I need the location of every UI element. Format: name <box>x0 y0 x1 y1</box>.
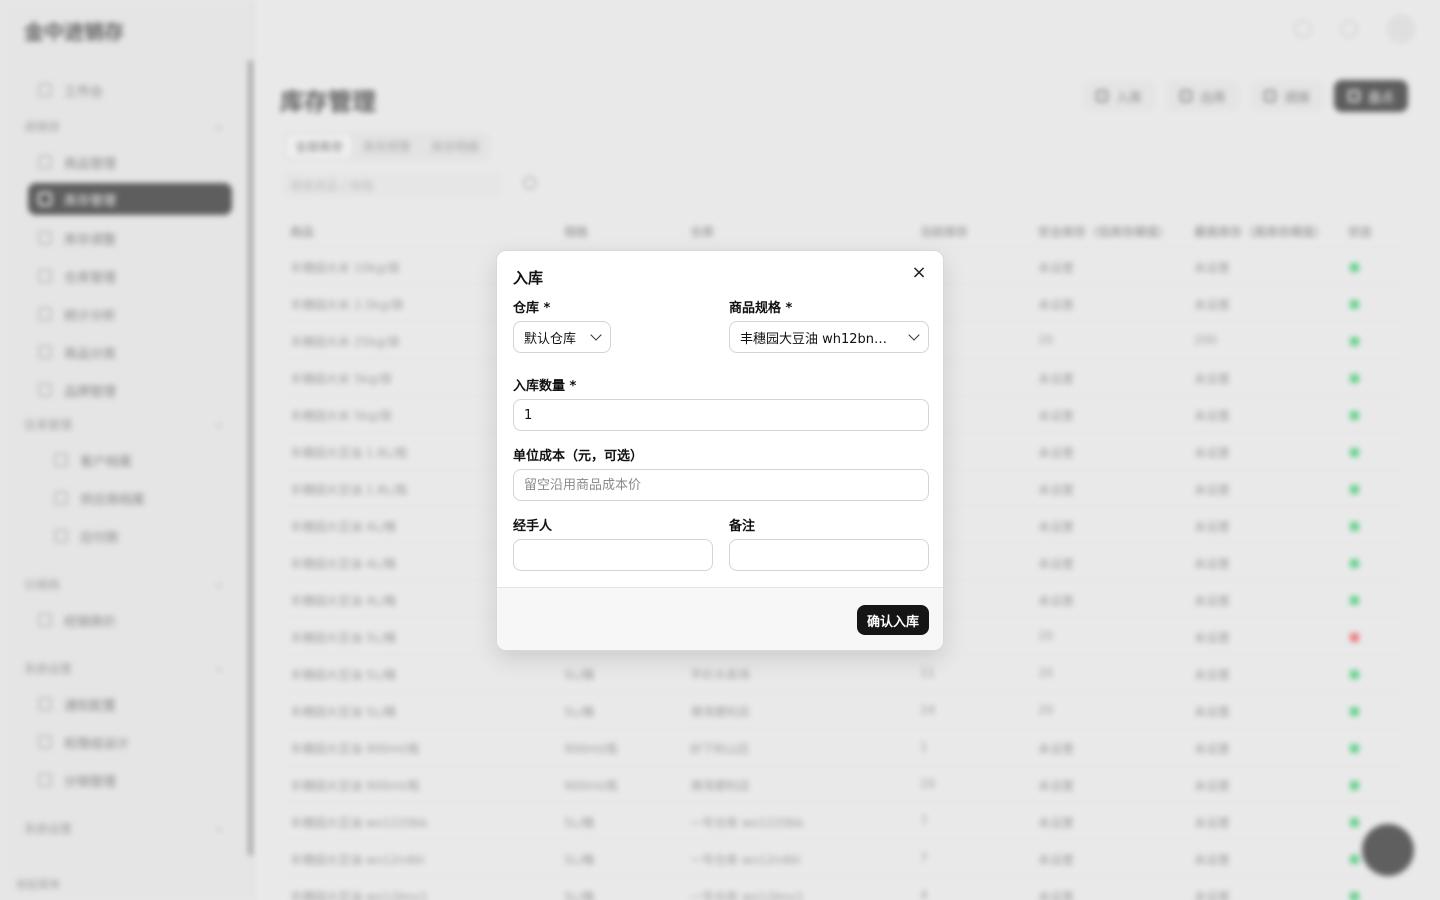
dialog-title: 入库 <box>513 269 544 287</box>
quantity-input[interactable] <box>513 399 929 431</box>
warehouse-value: 默认仓库 <box>524 331 577 347</box>
sku-label: 商品规格 * <box>729 301 793 316</box>
handler-label: 经手人 <box>513 519 553 534</box>
handler-input[interactable] <box>513 539 713 571</box>
remark-label: 备注 <box>729 519 756 534</box>
warehouse-select[interactable]: 默认仓库 <box>513 321 611 353</box>
chevron-down-icon <box>908 329 920 341</box>
warehouse-label: 仓库 * <box>513 301 551 316</box>
chevron-down-icon <box>590 329 602 341</box>
unit-cost-input[interactable] <box>513 469 929 501</box>
remark-input[interactable] <box>729 539 929 571</box>
confirm-stock-in-button[interactable]: 确认入库 <box>856 605 929 635</box>
sku-value: 丰穗园大豆油 wh12bn… <box>740 331 888 347</box>
sku-select[interactable]: 丰穗园大豆油 wh12bn… <box>729 321 929 353</box>
quantity-label: 入库数量 * <box>513 379 577 394</box>
dialog-footer: 确认入库 <box>497 587 943 650</box>
close-icon[interactable]: × <box>909 263 929 283</box>
unit-cost-label: 单位成本（元，可选） <box>513 449 644 464</box>
stock-in-dialog: 入库 × 仓库 * 默认仓库 商品规格 * 丰穗园大豆油 wh12bn… 入库数… <box>496 250 944 651</box>
